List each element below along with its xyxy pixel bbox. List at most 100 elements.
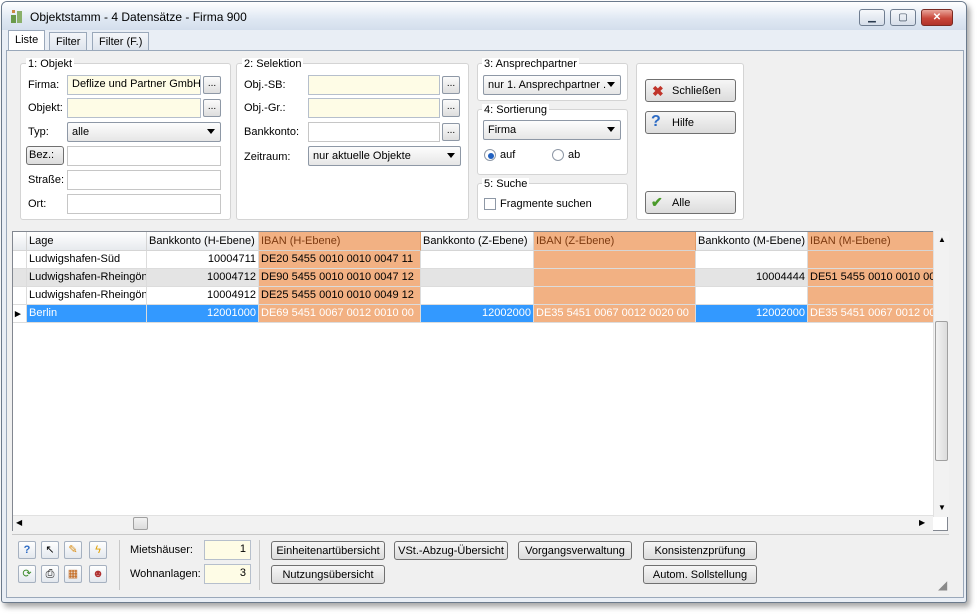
- konsistenzpruefung-button[interactable]: Konsistenzprüfung: [643, 541, 757, 560]
- resize-grip-icon[interactable]: ◢: [938, 578, 947, 592]
- horizontal-scrollbar[interactable]: ◀ ▶: [13, 515, 933, 531]
- edit-icon[interactable]: ✎: [64, 541, 82, 559]
- tab-filter[interactable]: Filter: [49, 32, 88, 51]
- lightning-icon[interactable]: ϟ: [89, 541, 107, 559]
- row-indicator[interactable]: [13, 287, 27, 305]
- objsb-field[interactable]: [308, 75, 440, 95]
- objgr-lookup-button[interactable]: ...: [442, 99, 460, 117]
- nutzungsuebersicht-button[interactable]: Nutzungsübersicht: [271, 565, 385, 584]
- window-title: Objektstamm - 4 Datensätze - Firma 900: [30, 10, 247, 24]
- table-cell[interactable]: 10004711: [147, 251, 259, 269]
- sortierung-select[interactable]: Firma: [483, 120, 621, 140]
- table-cell[interactable]: [534, 287, 696, 305]
- scroll-up-icon[interactable]: ▲: [938, 235, 946, 244]
- table-cell[interactable]: DE90 5455 0010 0010 0047 12: [259, 269, 421, 287]
- tab-liste[interactable]: Liste: [8, 30, 46, 50]
- typ-select[interactable]: alle: [67, 122, 221, 142]
- sortierung-value: Firma: [488, 124, 517, 136]
- strasse-field[interactable]: [67, 170, 221, 190]
- vertical-scroll-thumb[interactable]: [935, 321, 948, 461]
- vst-abzug-button[interactable]: VSt.-Abzug-Übersicht: [394, 541, 508, 560]
- zeitraum-select[interactable]: nur aktuelle Objekte: [308, 146, 461, 166]
- einheitenart-button[interactable]: Einheitenartübersicht: [271, 541, 385, 560]
- users-icon[interactable]: ☻: [89, 565, 107, 583]
- sortierung-group-title: 4: Sortierung: [482, 104, 549, 116]
- bankkonto-lookup-button[interactable]: ...: [442, 123, 460, 141]
- table-cell[interactable]: 10004912: [147, 287, 259, 305]
- scroll-down-icon[interactable]: ▼: [938, 503, 946, 512]
- table-cell[interactable]: 12002000: [421, 305, 534, 323]
- fragmente-label: Fragmente suchen: [500, 198, 592, 210]
- table-cell[interactable]: [421, 269, 534, 287]
- table-cell[interactable]: 12002000: [696, 305, 808, 323]
- column-header-bankkonto-h[interactable]: Bankkonto (H-Ebene): [147, 232, 259, 251]
- bez-field[interactable]: [67, 146, 221, 166]
- table-cell[interactable]: [808, 287, 938, 305]
- pointer-icon[interactable]: ↖: [41, 541, 59, 559]
- table-cell[interactable]: Ludwigshafen-Rheingönl: [27, 287, 147, 305]
- table-cell[interactable]: [696, 251, 808, 269]
- sort-desc-radio[interactable]: [552, 149, 564, 161]
- objsb-lookup-button[interactable]: ...: [442, 76, 460, 94]
- ansprechpartner-select[interactable]: nur 1. Ansprechpartner .: [483, 75, 621, 95]
- column-header-bankkonto-m[interactable]: Bankkonto (M-Ebene): [696, 232, 808, 251]
- table-cell[interactable]: DE35 5451 0067 0012 00: [808, 305, 938, 323]
- objgr-field[interactable]: [308, 98, 440, 118]
- table-cell[interactable]: 10004712: [147, 269, 259, 287]
- column-header-iban-h[interactable]: IBAN (H-Ebene): [259, 232, 421, 251]
- tab-label: Filter (F.): [99, 36, 143, 48]
- table-cell[interactable]: 10004444: [696, 269, 808, 287]
- scroll-left-icon[interactable]: ◀: [16, 518, 22, 527]
- column-header-lage[interactable]: Lage: [27, 232, 147, 251]
- table-cell[interactable]: Ludwigshafen-Rheingönl: [27, 269, 147, 287]
- help-icon[interactable]: ?: [18, 541, 36, 559]
- row-indicator[interactable]: [13, 251, 27, 269]
- objekt-field[interactable]: [67, 98, 201, 118]
- table-cell[interactable]: [421, 287, 534, 305]
- table-cell[interactable]: [808, 251, 938, 269]
- table-cell[interactable]: DE51 5455 0010 0010 00: [808, 269, 938, 287]
- fragmente-checkbox[interactable]: [484, 198, 496, 210]
- bankkonto-field[interactable]: [308, 122, 440, 142]
- table-cell[interactable]: [421, 251, 534, 269]
- objekt-lookup-button[interactable]: ...: [203, 99, 221, 117]
- vertical-scrollbar[interactable]: ▲ ▼: [933, 231, 949, 517]
- table-cell[interactable]: Ludwigshafen-Süd: [27, 251, 147, 269]
- alle-button[interactable]: ✔ Alle: [645, 191, 736, 214]
- table-cell[interactable]: DE35 5451 0067 0012 0020 00: [534, 305, 696, 323]
- calendar-icon[interactable]: ▦: [64, 565, 82, 583]
- tab-filter-f[interactable]: Filter (F.): [92, 32, 150, 51]
- table-cell[interactable]: DE25 5455 0010 0010 0049 12: [259, 287, 421, 305]
- table-cell[interactable]: [696, 287, 808, 305]
- objgr-label: Obj.-Gr.:: [244, 102, 286, 114]
- table-cell[interactable]: [534, 251, 696, 269]
- vorgangsverwaltung-button[interactable]: Vorgangsverwaltung: [518, 541, 632, 560]
- row-indicator[interactable]: [13, 269, 27, 287]
- column-header-bankkonto-z[interactable]: Bankkonto (Z-Ebene): [421, 232, 534, 251]
- current-row-indicator[interactable]: ▸: [13, 305, 27, 323]
- autom-sollstellung-button[interactable]: Autom. Sollstellung: [643, 565, 757, 584]
- table-cell[interactable]: DE20 5455 0010 0010 0047 11: [259, 251, 421, 269]
- horizontal-scroll-thumb[interactable]: [133, 517, 148, 530]
- table-cell[interactable]: DE69 5451 0067 0012 0010 00: [259, 305, 421, 323]
- scroll-right-icon[interactable]: ▶: [919, 518, 925, 527]
- maximize-button[interactable]: ▢: [890, 9, 916, 26]
- ort-label: Ort:: [28, 198, 47, 210]
- bez-button[interactable]: Bez.:: [26, 146, 64, 165]
- close-button[interactable]: ✕: [921, 9, 953, 26]
- firma-field[interactable]: Deflize und Partner GmbH: [67, 75, 201, 95]
- table-cell[interactable]: [534, 269, 696, 287]
- table-cell[interactable]: 12001000: [147, 305, 259, 323]
- minimize-button[interactable]: ▁: [859, 9, 885, 26]
- ort-field[interactable]: [67, 194, 221, 214]
- firma-lookup-button[interactable]: ...: [203, 76, 221, 94]
- help-icon: ?: [651, 113, 661, 130]
- hilfe-button[interactable]: ? Hilfe: [645, 111, 736, 134]
- print-icon[interactable]: ⎙: [41, 565, 59, 583]
- table-cell[interactable]: Berlin: [27, 305, 147, 323]
- refresh-icon[interactable]: ⟳: [18, 565, 36, 583]
- column-header-iban-z[interactable]: IBAN (Z-Ebene): [534, 232, 696, 251]
- sort-asc-radio[interactable]: [484, 149, 496, 161]
- schliessen-button[interactable]: ✖ Schließen: [645, 79, 736, 102]
- column-header-iban-m[interactable]: IBAN (M-Ebene): [808, 232, 938, 251]
